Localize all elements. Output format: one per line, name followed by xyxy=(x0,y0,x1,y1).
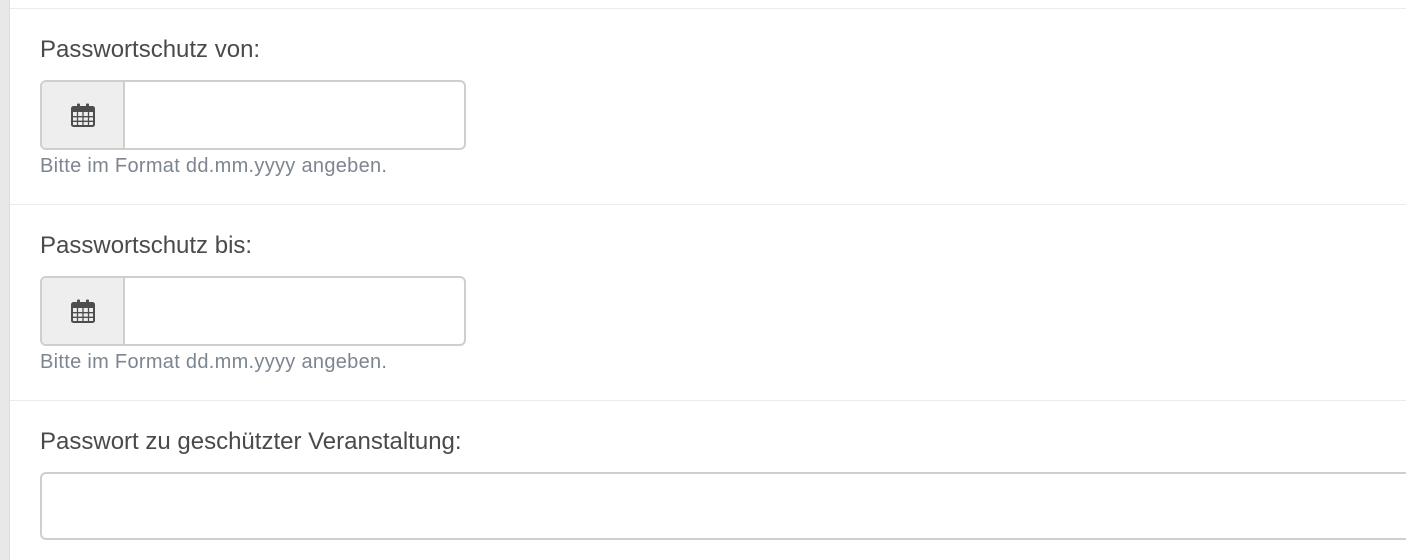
password-from-input[interactable] xyxy=(125,82,464,148)
password-from-calendar-button[interactable] xyxy=(42,82,125,148)
field-label-password-from: Passwortschutz von: xyxy=(40,36,261,63)
divider xyxy=(10,8,1406,9)
divider xyxy=(10,400,1406,401)
field-label-event-password: Passwort zu geschützter Veranstaltung: xyxy=(40,428,462,455)
calendar-icon xyxy=(70,103,95,127)
left-rail xyxy=(0,0,10,560)
password-until-help-text: Bitte im Format dd.mm.yyyy angeben. xyxy=(40,351,388,373)
field-label-password-until: Passwortschutz bis: xyxy=(40,232,253,259)
password-from-help-text: Bitte im Format dd.mm.yyyy angeben. xyxy=(40,155,388,177)
calendar-icon xyxy=(70,299,95,323)
form-page: Passwortschutz von: Bitte im Format dd.m… xyxy=(0,0,1406,560)
password-until-date-group xyxy=(40,276,466,346)
event-password-input[interactable] xyxy=(40,472,1406,540)
divider xyxy=(10,204,1406,205)
password-from-date-group xyxy=(40,80,466,150)
password-until-input[interactable] xyxy=(125,278,464,344)
form-content: Passwortschutz von: Bitte im Format dd.m… xyxy=(10,0,1406,560)
password-until-calendar-button[interactable] xyxy=(42,278,125,344)
